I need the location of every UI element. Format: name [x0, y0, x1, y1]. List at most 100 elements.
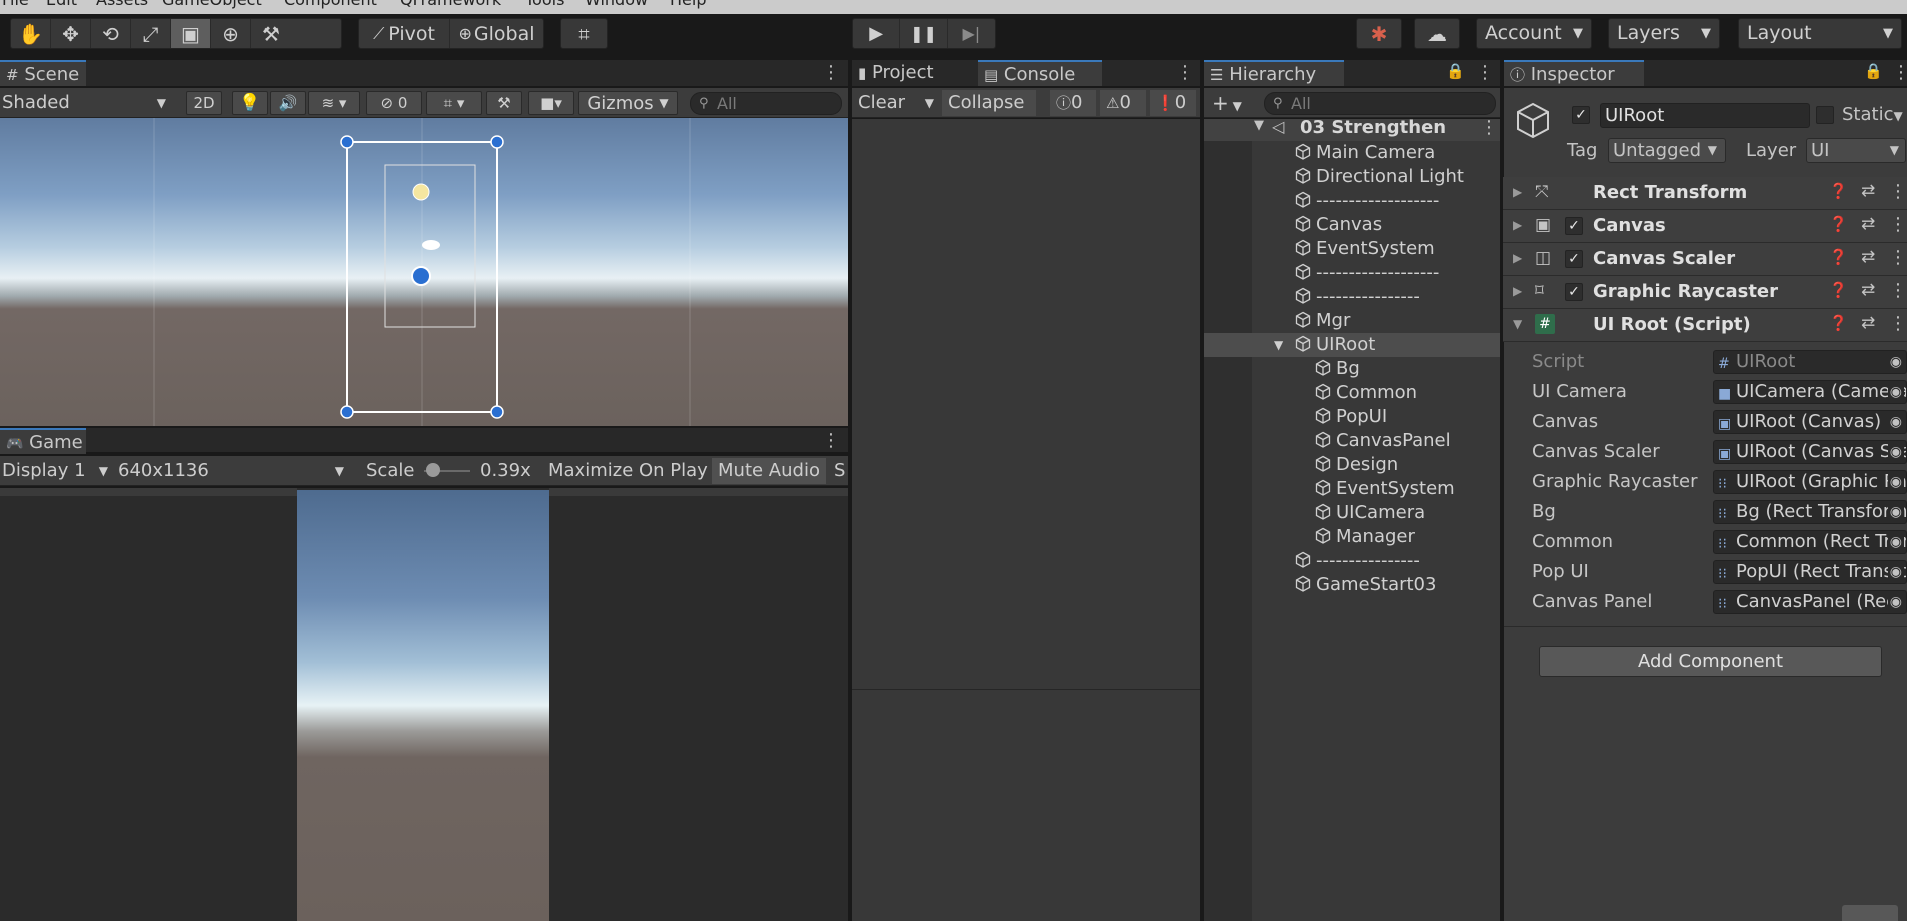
hierarchy-item[interactable]: Bg: [1314, 357, 1360, 381]
hidden-objects-toggle[interactable]: ⊘ 0: [366, 91, 422, 115]
tab-console[interactable]: ▤ Console: [978, 60, 1102, 86]
object-picker-icon[interactable]: ◉: [1887, 471, 1904, 493]
help-icon[interactable]: ❓: [1829, 182, 1848, 200]
object-picker-icon[interactable]: ◉: [1887, 591, 1904, 613]
hierarchy-item[interactable]: CanvasPanel: [1314, 429, 1451, 453]
error-filter-toggle[interactable]: ❗0: [1150, 90, 1196, 116]
hierarchy-item[interactable]: PopUI: [1314, 405, 1387, 429]
hierarchy-item[interactable]: Mgr: [1294, 309, 1350, 333]
pause-icon[interactable]: ❚❚: [900, 19, 948, 48]
more-options-icon[interactable]: ⋮: [1176, 62, 1194, 83]
menu-component[interactable]: Component: [284, 0, 377, 9]
scale-slider[interactable]: [424, 463, 470, 477]
collapse-toggle[interactable]: Collapse: [942, 90, 1036, 116]
hierarchy-item[interactable]: EventSystem: [1314, 477, 1455, 501]
tab-scene[interactable]: # Scene: [0, 60, 86, 86]
grid-snap-icon[interactable]: ⌗: [561, 19, 607, 48]
menu-qframework[interactable]: QFramework: [400, 0, 501, 9]
scene-row[interactable]: ▼ ◁ 03 Strengthen ⋮: [1204, 117, 1500, 141]
rotate-tool-icon[interactable]: ⟲: [91, 19, 131, 48]
property-object-field[interactable]: ⁝⁝ UIRoot (Graphic Raycaster)◉: [1713, 470, 1907, 494]
active-checkbox[interactable]: ✓: [1572, 106, 1590, 124]
chevron-down-icon[interactable]: ▼: [1274, 333, 1283, 357]
component-enabled-checkbox[interactable]: ✓: [1565, 283, 1583, 301]
object-picker-icon[interactable]: ◉: [1887, 381, 1904, 403]
property-object-field[interactable]: ⁝⁝ Common (Rect Transform)◉: [1713, 530, 1907, 554]
component-canvas[interactable]: ▶ ▣ ✓ Canvas ❓ ⇄ ⋮: [1503, 210, 1907, 243]
more-options-icon[interactable]: ⋮: [1889, 247, 1907, 268]
hierarchy-item[interactable]: Common: [1314, 381, 1417, 405]
property-object-field[interactable]: ⁝⁝ CanvasPanel (Rect Transform)◉: [1713, 590, 1907, 614]
help-icon[interactable]: ❓: [1829, 281, 1848, 299]
layout-dropdown[interactable]: Layout ▼: [1738, 18, 1902, 49]
warning-filter-toggle[interactable]: ⚠0: [1100, 90, 1146, 116]
menu-window[interactable]: Window: [585, 0, 648, 9]
custom-tool-icon[interactable]: ⚒: [251, 19, 291, 48]
component-enabled-checkbox[interactable]: ✓: [1565, 217, 1583, 235]
more-options-icon[interactable]: ⋮: [1889, 214, 1907, 235]
hierarchy-item[interactable]: -------------------: [1294, 261, 1439, 285]
menu-tools[interactable]: Tools: [525, 0, 564, 9]
maximize-on-play-toggle[interactable]: Maximize On Play: [548, 458, 708, 484]
mute-audio-toggle[interactable]: Mute Audio: [712, 458, 826, 484]
transform-tool-icon[interactable]: ⊕: [211, 19, 251, 48]
object-name-field[interactable]: UIRoot: [1600, 103, 1810, 128]
tab-inspector[interactable]: ⓘ Inspector: [1504, 60, 1644, 86]
floating-button[interactable]: [1842, 905, 1898, 921]
scene-viewport[interactable]: [0, 118, 848, 426]
more-options-icon[interactable]: ⋮: [1892, 62, 1907, 83]
layers-dropdown[interactable]: Layers ▼: [1608, 18, 1720, 49]
object-picker-icon[interactable]: ◉: [1887, 411, 1904, 433]
property-object-field[interactable]: ▣ UIRoot (Canvas) ◉: [1713, 410, 1907, 434]
mode-2d-toggle[interactable]: 2D: [186, 91, 222, 115]
step-icon[interactable]: ▶|: [948, 19, 995, 48]
more-options-icon[interactable]: ⋮: [822, 62, 840, 83]
static-checkbox[interactable]: [1816, 106, 1834, 124]
object-picker-icon[interactable]: ◉: [1887, 441, 1904, 463]
hierarchy-item[interactable]: EventSystem: [1294, 237, 1435, 261]
more-options-icon[interactable]: ⋮: [1476, 62, 1494, 83]
camera-icon[interactable]: ■▾: [528, 91, 574, 115]
static-dropdown[interactable]: Static▼: [1842, 104, 1903, 125]
lock-icon[interactable]: 🔒: [1864, 62, 1883, 80]
hierarchy-item[interactable]: Directional Light: [1294, 165, 1464, 189]
console-detail-area[interactable]: [852, 690, 1200, 921]
global-toggle[interactable]: ⊕ Global: [450, 19, 543, 48]
stats-toggle[interactable]: S: [834, 458, 845, 484]
object-picker-icon[interactable]: ◉: [1887, 531, 1904, 553]
hierarchy-item[interactable]: ----------------: [1294, 285, 1420, 309]
menu-gameobject[interactable]: GameObject: [162, 0, 262, 9]
log-filter-toggle[interactable]: ⓘ0: [1050, 90, 1096, 116]
tag-dropdown[interactable]: Untagged ▼: [1608, 138, 1726, 163]
menu-edit[interactable]: Edit: [46, 0, 77, 9]
preset-icon[interactable]: ⇄: [1861, 181, 1875, 201]
more-options-icon[interactable]: ⋮: [1889, 313, 1907, 334]
hierarchy-item[interactable]: Canvas: [1294, 213, 1382, 237]
component-enabled-checkbox[interactable]: ✓: [1565, 250, 1583, 268]
hierarchy-item[interactable]: -------------------: [1294, 189, 1439, 213]
account-dropdown[interactable]: Account ▼: [1476, 18, 1592, 49]
scene-search-input[interactable]: ⚲ All: [690, 92, 842, 115]
audio-icon[interactable]: 🔊: [270, 91, 306, 115]
help-icon[interactable]: ❓: [1829, 248, 1848, 266]
component-canvas-scaler[interactable]: ▶ ◫ ✓ Canvas Scaler ❓ ⇄ ⋮: [1503, 243, 1907, 276]
gizmos-dropdown[interactable]: Gizmos ▼: [578, 91, 678, 115]
tab-project[interactable]: ▮ Project: [852, 60, 978, 86]
component-graphic-raycaster[interactable]: ▶ ⌑ ✓ Graphic Raycaster ❓ ⇄ ⋮: [1503, 276, 1907, 309]
more-options-icon[interactable]: ⋮: [1889, 181, 1907, 202]
pivot-toggle[interactable]: ⟋ Pivot: [359, 19, 451, 48]
hierarchy-search-input[interactable]: ⚲ All: [1264, 92, 1496, 115]
tab-game[interactable]: 🎮 Game: [0, 428, 86, 454]
property-object-field[interactable]: ■ UICamera (Camera) ◉: [1713, 380, 1907, 404]
clear-button[interactable]: Clear ▼: [858, 90, 934, 116]
game-viewport[interactable]: [0, 488, 848, 921]
console-log-list[interactable]: [852, 119, 1200, 689]
hierarchy-item[interactable]: Main Camera: [1294, 141, 1435, 165]
scale-slider-thumb[interactable]: [426, 463, 440, 477]
preset-icon[interactable]: ⇄: [1861, 313, 1875, 333]
help-icon[interactable]: ❓: [1829, 314, 1848, 332]
hierarchy-item[interactable]: GameStart03: [1294, 573, 1436, 597]
property-object-field[interactable]: ▣UIRoot (Canvas Scaler)◉: [1713, 440, 1907, 464]
preset-icon[interactable]: ⇄: [1861, 247, 1875, 267]
more-options-icon[interactable]: ⋮: [822, 430, 840, 451]
